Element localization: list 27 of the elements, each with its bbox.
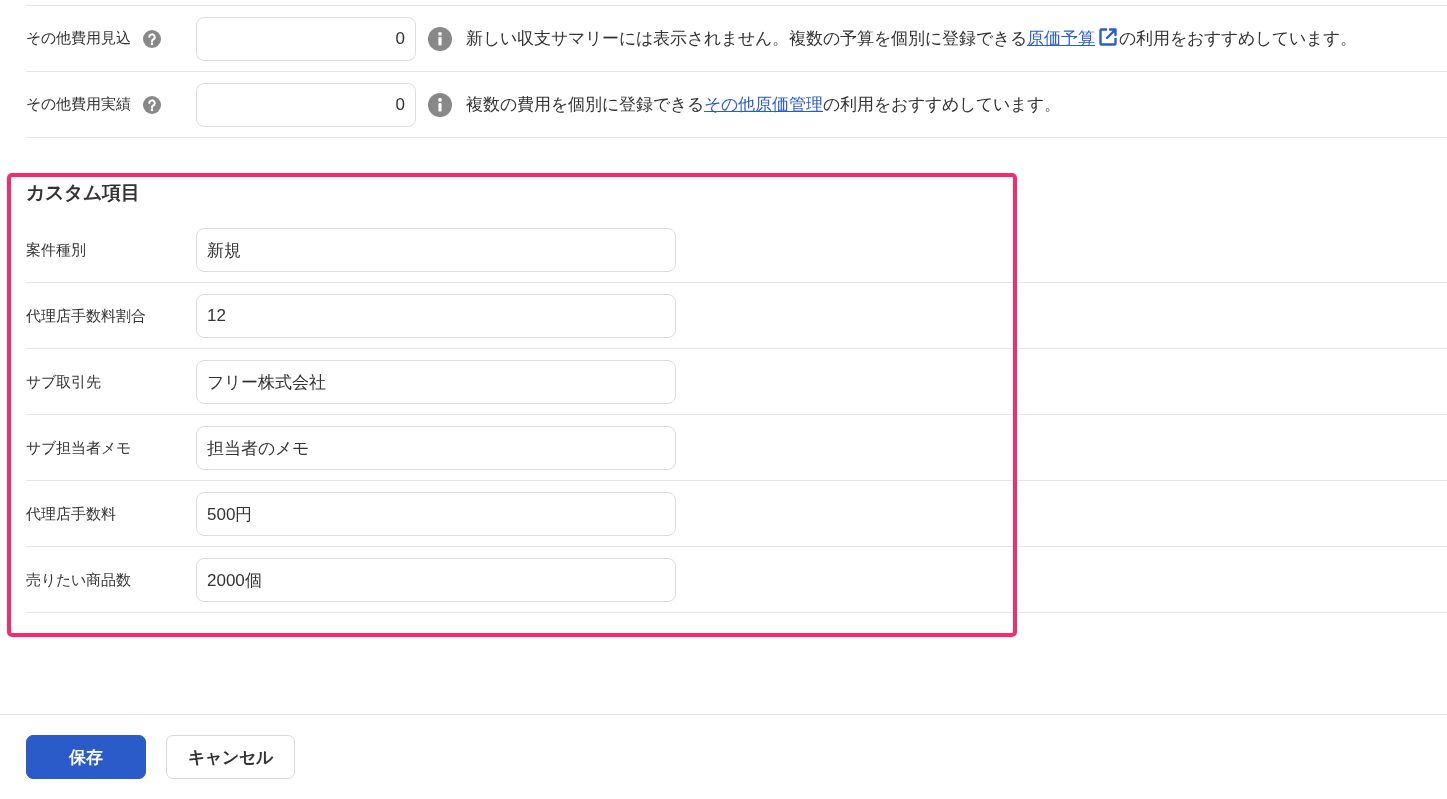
text-field[interactable]: 2000個 <box>196 558 676 602</box>
field-label: 代理店手数料 <box>26 505 116 522</box>
text-field[interactable]: 12 <box>196 294 676 338</box>
text-field[interactable]: 担当者のメモ <box>196 426 676 470</box>
info-icon <box>428 92 452 117</box>
link[interactable]: 原価予算 <box>1027 29 1095 48</box>
text-field[interactable]: フリー株式会社 <box>196 360 676 404</box>
field-label: その他費用実績 <box>26 95 131 114</box>
section-title: カスタム項目 <box>26 182 140 204</box>
field-label: 案件種別 <box>26 241 86 258</box>
info-note-text: 新しい収支サマリーには表示されません。複数の予算を個別に登録できる原価予算 の利用をおすすめしています。 <box>466 27 1357 50</box>
amount-field[interactable]: 0 <box>196 83 416 127</box>
field-label: 売りたい商品数 <box>26 571 131 588</box>
text-field[interactable]: 新規 <box>196 228 676 272</box>
field-label: サブ担当者メモ <box>26 439 131 456</box>
link[interactable]: その他原価管理 <box>704 95 823 114</box>
text-field[interactable]: 500円 <box>196 492 676 536</box>
question-mark-icon[interactable] <box>143 95 161 114</box>
field-label: 代理店手数料割合 <box>26 307 146 324</box>
info-note-text: 複数の費用を個別に登録できるその他原価管理の利用をおすすめしています。 <box>466 94 1061 116</box>
save-button[interactable]: 保存 <box>26 735 146 779</box>
field-label: その他費用見込 <box>26 29 131 48</box>
amount-field[interactable]: 0 <box>196 17 416 61</box>
cancel-button[interactable]: キャンセル <box>166 735 295 779</box>
info-icon <box>428 26 452 51</box>
field-label: サブ取引先 <box>26 373 101 390</box>
question-mark-icon[interactable] <box>143 29 161 48</box>
